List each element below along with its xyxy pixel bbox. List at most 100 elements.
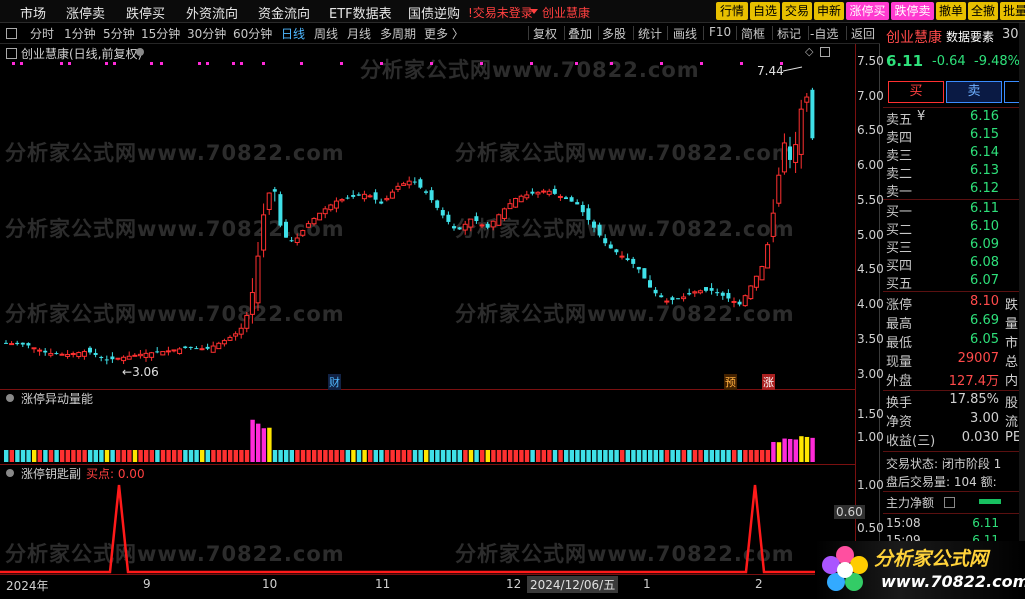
indicator1-title[interactable]: 涨停异动量能 (21, 390, 93, 407)
signal-dot (20, 62, 23, 65)
menu-foreign-flow[interactable]: 外资流向 (186, 3, 238, 22)
indicator-settings-icon[interactable] (6, 394, 14, 402)
quick-btn-3[interactable]: 交易 (782, 2, 812, 20)
tool-back[interactable]: 返回 (851, 25, 875, 42)
period-more[interactable]: 更多 〉 (424, 25, 464, 42)
signal-dot (12, 62, 15, 65)
volume-bar (681, 450, 686, 462)
limit-up-marker[interactable]: 涨 (762, 374, 775, 390)
chevron-down-icon[interactable] (530, 9, 538, 14)
tool-simple-frame[interactable]: 简框 (741, 25, 765, 42)
price-chart-canvas[interactable] (0, 44, 855, 575)
period-intraday[interactable]: 分时 (30, 25, 54, 42)
period-1min[interactable]: 1分钟 (64, 25, 96, 42)
volume-bar (244, 450, 250, 462)
volume-bar (26, 450, 31, 462)
candle-body (199, 348, 205, 351)
volume-bar (412, 450, 418, 462)
toolbar-divider (633, 26, 634, 40)
diamond-icon[interactable]: ◇ (805, 45, 813, 58)
site-logo: 分析家公式网 www.70822.com (815, 541, 1025, 599)
sell-button[interactable]: 卖 (946, 81, 1002, 103)
period-weekly[interactable]: 周线 (314, 25, 338, 42)
forecast-marker[interactable]: 预 (724, 374, 737, 390)
volume-bar (670, 450, 675, 462)
candle-body (603, 238, 608, 244)
candle-body (115, 357, 121, 360)
candle-body (99, 356, 104, 358)
period-monthly[interactable]: 月线 (347, 25, 371, 42)
data-elements-label[interactable]: 数据要素 (946, 28, 994, 45)
volume-bar (547, 450, 552, 462)
volume-bar (345, 450, 350, 462)
trade-not-logged-warning[interactable]: !交易未登录 (468, 4, 533, 21)
volume-bar (692, 450, 698, 462)
stock-name[interactable]: 创业慧康 (886, 27, 942, 47)
ask-3-label: 卖三 (886, 149, 913, 164)
period-daily[interactable]: 日线 (281, 25, 305, 42)
quick-btn-9[interactable]: 批量 (1000, 2, 1025, 20)
candle-body (278, 194, 283, 226)
menu-limit-up-sell[interactable]: 涨停卖 (66, 3, 105, 22)
tool-add-watchlist[interactable]: -自选 (810, 25, 838, 42)
panel-scrollbar[interactable] (1019, 23, 1025, 599)
chart-settings-icon[interactable] (6, 48, 17, 59)
menu-limit-down-buy[interactable]: 跌停买 (126, 3, 165, 22)
menu-market[interactable]: 市场 (20, 3, 46, 22)
quick-btn-7[interactable]: 撤单 (936, 2, 966, 20)
candle-body (284, 221, 288, 238)
quick-btn-8[interactable]: 全撤 (968, 2, 998, 20)
financial-report-marker[interactable]: 财 (328, 374, 341, 390)
price-tick: 3.50 (857, 332, 884, 346)
tool-adjust[interactable]: 复权 (533, 25, 557, 42)
candle-body (43, 350, 48, 353)
tool-stats[interactable]: 统计 (638, 25, 662, 42)
maximize-icon[interactable] (820, 47, 830, 57)
period-30min[interactable]: 30分钟 (187, 25, 226, 42)
volume-bar (194, 450, 199, 462)
tool-f10[interactable]: F10 (709, 25, 731, 39)
quick-btn-6[interactable]: 跌停卖 (891, 2, 934, 20)
volume-bar (256, 423, 261, 462)
menu-bar: 市场 涨停卖 跌停买 外资流向 资金流向 ETF数据表 国债逆购 !交易未登录 … (0, 0, 1025, 23)
period-15min[interactable]: 15分钟 (141, 25, 180, 42)
quick-btn-1[interactable]: 行情 (716, 2, 748, 20)
candle-body (765, 244, 771, 269)
volume-bar (200, 450, 205, 462)
stock-link[interactable]: 创业慧康 (542, 4, 590, 21)
main-flow-label[interactable]: 主力净额 (886, 494, 934, 511)
candle-body (636, 266, 641, 270)
buy-button[interactable]: 买 (888, 81, 944, 103)
candle-body (513, 197, 519, 208)
tool-overlay[interactable]: 叠加 (568, 25, 592, 42)
candle-body (249, 292, 255, 315)
volume-bar (704, 450, 709, 462)
volume-bar (435, 450, 440, 462)
quick-btn-4[interactable]: 申新 (814, 2, 844, 20)
volume-bar (737, 450, 742, 462)
quick-btn-2[interactable]: 自选 (750, 2, 780, 20)
menu-capital-flow[interactable]: 资金流向 (258, 3, 310, 22)
menu-etf-table[interactable]: ETF数据表 (329, 3, 392, 22)
indicator-settings-icon[interactable] (6, 469, 14, 477)
volume-bar (65, 450, 70, 462)
tool-multi-stock[interactable]: 多股 (602, 25, 626, 42)
tool-mark[interactable]: 标记 (777, 25, 801, 42)
period-5min[interactable]: 5分钟 (103, 25, 135, 42)
volume-bar (597, 450, 602, 462)
quick-btn-5[interactable]: 涨停买 (846, 2, 889, 20)
period-multi[interactable]: 多周期 (380, 25, 416, 42)
main-flow-menu-icon[interactable] (944, 497, 955, 508)
stat-limit-down-label: 跌 (1005, 298, 1019, 313)
panel-divider (883, 491, 1025, 492)
tool-draw[interactable]: 画线 (673, 25, 697, 42)
scroll-icon[interactable] (1004, 81, 1020, 103)
period-60min[interactable]: 60分钟 (233, 25, 272, 42)
indicator2-title[interactable]: 涨停钥匙副 (21, 465, 81, 482)
chevron-down-icon[interactable] (136, 48, 144, 56)
flower-logo-icon (822, 546, 868, 591)
menu-repo[interactable]: 国债逆购 (408, 3, 460, 22)
volume-bar (575, 450, 580, 462)
signal-dot (232, 62, 235, 65)
panel-toggle-icon[interactable] (6, 28, 17, 39)
